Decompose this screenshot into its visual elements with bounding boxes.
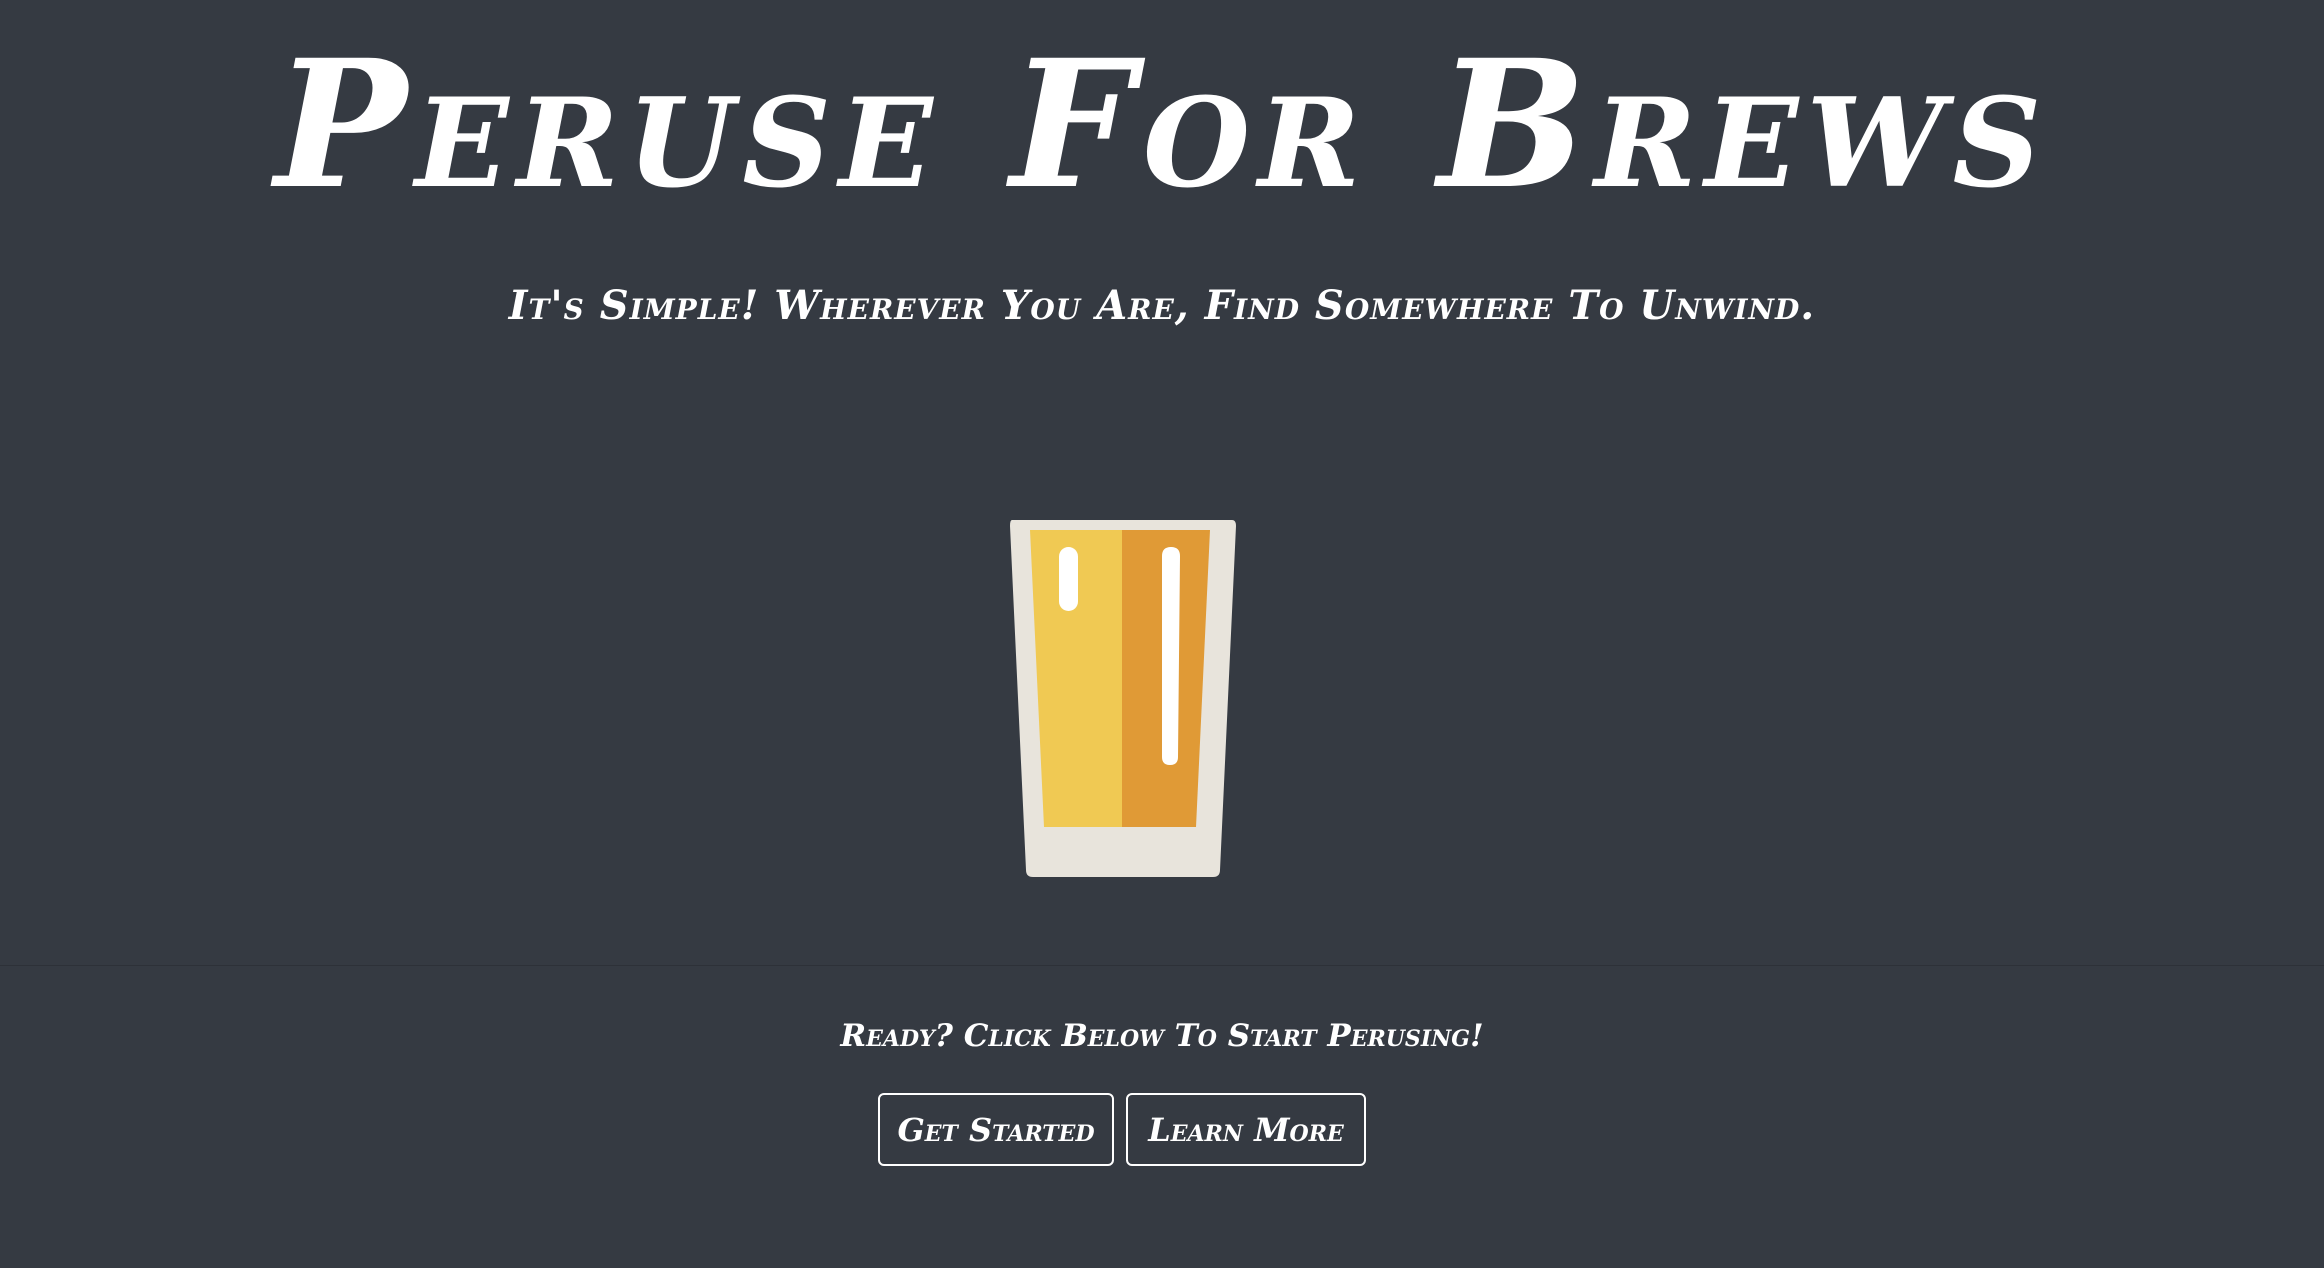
beer-glass-icon [1008, 520, 1236, 878]
cta-section: Ready? Click Below To Start Perusing! Ge… [0, 966, 2324, 1268]
page-subtitle: It's Simple! Wherever You Are, Find Some… [508, 282, 1816, 329]
hero-section: Peruse For Brews It's Simple! Wherever Y… [0, 0, 2324, 965]
get-started-button[interactable]: Get Started [878, 1093, 1114, 1166]
learn-more-button[interactable]: Learn More [1126, 1093, 1366, 1166]
cta-prompt: Ready? Click Below To Start Perusing! [840, 1018, 1484, 1054]
page-title: Peruse For Brews [274, 21, 2050, 228]
